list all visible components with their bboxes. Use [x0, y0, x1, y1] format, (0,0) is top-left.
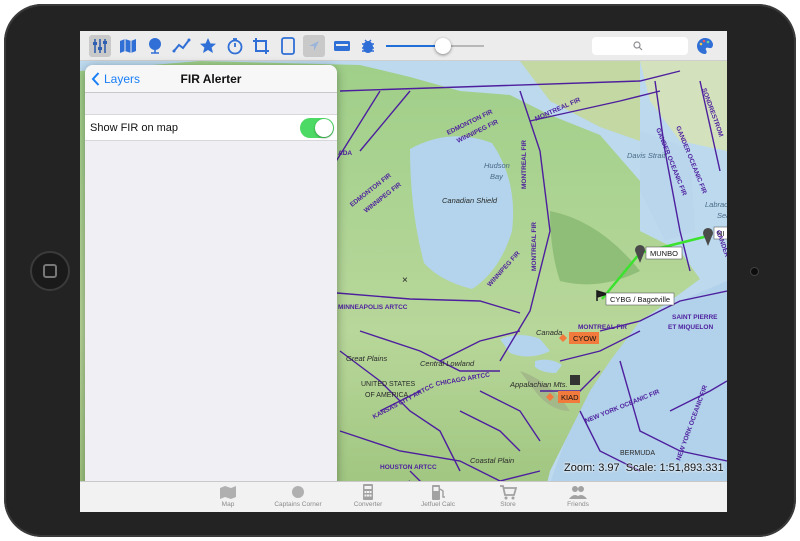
zoom-value: 3.97 — [598, 462, 620, 474]
panel-header: Layers FIR Alerter — [85, 65, 337, 93]
tab-label: Store — [500, 501, 516, 508]
app-screen: MUNBO CYBG / Bagotville NI CYOW KIAD × E… — [80, 31, 727, 512]
geo-label: UNITED STATES — [361, 381, 416, 388]
fir-label: MONTREAL FIR — [578, 324, 627, 331]
zoom-slider-thumb[interactable] — [434, 38, 451, 54]
tab-label: Converter — [353, 501, 383, 508]
geo-label: Great Plains — [346, 354, 388, 363]
fir-label: ET MIQUELON — [668, 324, 713, 331]
cart-icon — [500, 485, 517, 500]
geo-label: Davis Strait — [627, 151, 666, 160]
front-camera — [750, 267, 759, 276]
fuel-pump-icon — [432, 485, 445, 500]
friends-icon — [569, 486, 587, 499]
route-icon[interactable] — [171, 35, 193, 57]
home-button[interactable] — [30, 251, 70, 291]
map-tab-icon — [220, 486, 236, 499]
munbo-label: MUNBO — [650, 249, 678, 258]
geo-label: Coastal Plain — [470, 456, 514, 465]
fir-label: SAINT PIERRE — [672, 314, 718, 321]
toggle-knob — [315, 119, 333, 137]
crop-icon[interactable] — [250, 35, 272, 57]
zoom-scale-readout: Zoom: 3.97 Scale: 1:51,893.331 — [564, 462, 724, 474]
home-button-square — [43, 264, 57, 278]
scale-value: 1:51,893.331 — [659, 462, 724, 474]
station-icon — [570, 375, 580, 385]
sliders-icon[interactable] — [89, 35, 111, 57]
tab-label: Map — [221, 501, 235, 508]
map-icon[interactable] — [117, 35, 139, 57]
fir-alerter-panel: Layers FIR Alerter Show FIR on map — [85, 65, 337, 505]
panel-title: FIR Alerter — [180, 72, 242, 86]
tab-map[interactable]: Map — [196, 483, 260, 512]
bug-icon[interactable] — [357, 35, 379, 57]
calculator-icon — [363, 484, 373, 500]
geo-label: Labrador — [705, 200, 727, 209]
search-icon — [633, 41, 643, 51]
tab-converter[interactable]: Converter — [336, 483, 400, 512]
show-fir-toggle[interactable] — [300, 118, 334, 138]
geo-label: BERMUDA — [620, 450, 655, 457]
geo-label: Canada — [536, 328, 562, 337]
card-icon[interactable] — [331, 35, 353, 57]
fir-label: HOUSTON ARTCC — [380, 464, 437, 471]
map-x-marker: × — [402, 275, 408, 286]
bottom-tab-bar: Map Captains Corner Converter Jetfuel Ca… — [80, 481, 727, 512]
geo-label: Central Lowland — [420, 359, 475, 368]
kiad-label: KIAD — [561, 393, 579, 402]
zoom-label: Zoom: — [564, 462, 596, 474]
main-toolbar — [80, 31, 727, 61]
geo-label: Sea — [717, 211, 727, 220]
show-fir-label: Show FIR on map — [90, 122, 179, 134]
tab-label: Jetfuel Calc — [421, 501, 455, 508]
cyow-label: CYOW — [573, 334, 597, 343]
geo-label: Appalachian Mts. — [509, 380, 568, 389]
geo-label: Bay — [490, 172, 504, 181]
captains-corner-icon — [292, 486, 304, 498]
fir-label: MONTREAL FIR — [531, 222, 538, 271]
search-field[interactable] — [592, 37, 688, 55]
bagotville-label: CYBG / Bagotville — [610, 295, 670, 304]
tab-jetfuel-calc[interactable]: Jetfuel Calc — [406, 483, 470, 512]
timer-icon[interactable] — [224, 35, 246, 57]
fir-label: ADA — [338, 150, 352, 157]
globe-icon[interactable] — [144, 35, 166, 57]
location-arrow-icon[interactable] — [303, 35, 325, 57]
geo-label: Hudson — [484, 161, 510, 170]
tab-captains-corner[interactable]: Captains Corner — [266, 483, 330, 512]
tab-label: Captains Corner — [274, 501, 322, 508]
geo-label: Canadian Shield — [442, 196, 498, 205]
palette-icon[interactable] — [695, 36, 715, 56]
tab-label: Friends — [567, 501, 589, 508]
fir-label: MINNEAPOLIS ARTCC — [338, 304, 408, 311]
zoom-slider[interactable] — [386, 38, 484, 54]
geo-label: OF AMERICA — [365, 392, 409, 399]
star-icon[interactable] — [197, 35, 219, 57]
show-fir-row: Show FIR on map — [85, 114, 337, 141]
tab-store[interactable]: Store — [476, 483, 540, 512]
tablet-icon[interactable] — [277, 35, 299, 57]
fir-label: MONTREAL FIR — [521, 140, 528, 189]
scale-label: Scale: — [625, 462, 657, 474]
tab-friends[interactable]: Friends — [546, 483, 610, 512]
